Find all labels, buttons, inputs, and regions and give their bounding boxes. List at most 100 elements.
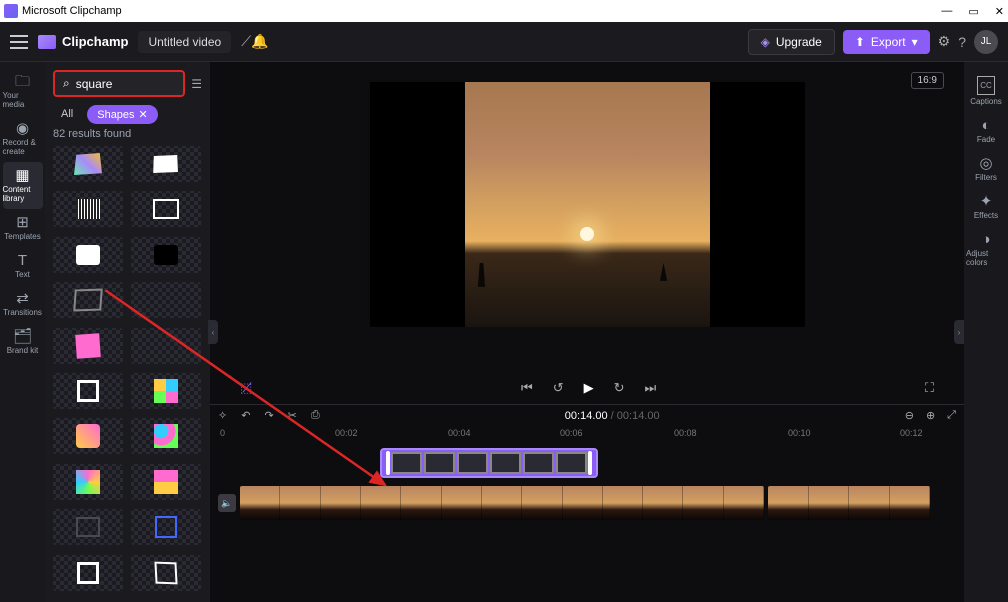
upload-icon: ⬆	[855, 35, 865, 49]
zoom-in-icon[interactable]: ⊕	[926, 409, 935, 422]
diamond-icon: ◈	[761, 35, 770, 49]
shape-thumb[interactable]	[53, 237, 123, 273]
rail-fade[interactable]: ◐Fade	[966, 112, 1006, 150]
timeline-tracks: 🔈	[210, 444, 964, 526]
rail-your-media[interactable]: 🗀Your media	[3, 68, 43, 115]
export-button[interactable]: ⬆ Export ▾	[843, 30, 930, 54]
export-label: Export	[871, 35, 906, 49]
shape-thumb[interactable]	[53, 509, 123, 545]
shape-thumb[interactable]	[53, 373, 123, 409]
shape-thumb[interactable]	[131, 464, 201, 500]
adjust-icon: ◑	[981, 232, 990, 247]
notification-icon[interactable]: ⟋🔔	[241, 33, 268, 50]
rail-adjust-colors[interactable]: ◑Adjust colors	[966, 226, 1006, 273]
transitions-icon: ⇄	[16, 291, 29, 306]
search-input[interactable]: ⌕	[53, 70, 185, 97]
templates-icon: ⊞	[16, 215, 29, 230]
fullscreen-icon[interactable]: ⛶	[925, 380, 934, 396]
settings-icon[interactable]: ⚙	[938, 33, 951, 50]
zoom-fit-icon[interactable]: ⤢	[947, 409, 956, 422]
preview-content	[465, 82, 710, 327]
timeline-ruler[interactable]: 0 00:02 00:04 00:06 00:08 00:10 00:12	[210, 426, 964, 444]
skip-end-icon[interactable]: ⏭	[645, 380, 657, 396]
rail-record[interactable]: ◉Record & create	[3, 115, 43, 162]
chip-shapes-label: Shapes	[97, 109, 134, 121]
close-window-button[interactable]: ✕	[995, 5, 1004, 18]
topbar: Clipchamp Untitled video ⟋🔔 ◈ Upgrade ⬆ …	[0, 22, 1008, 62]
rail-transitions[interactable]: ⇄Transitions	[3, 285, 43, 323]
camera-icon: ◉	[16, 121, 29, 136]
play-icon[interactable]: ▶	[584, 380, 594, 396]
shape-thumb[interactable]	[131, 373, 201, 409]
shape-thumb[interactable]	[131, 555, 201, 591]
shape-thumb[interactable]	[53, 191, 123, 227]
video-clip[interactable]	[768, 486, 930, 520]
rail-filters[interactable]: ◎Filters	[966, 150, 1006, 188]
effects-icon: ✦	[980, 194, 993, 209]
chevron-down-icon[interactable]: ⌄	[225, 370, 233, 381]
shape-clip[interactable]	[380, 448, 598, 478]
shape-thumb[interactable]	[53, 418, 123, 454]
collapse-panel-left[interactable]: ‹	[208, 320, 218, 344]
thumbnail-grid	[53, 146, 202, 594]
left-rail: 🗀Your media ◉Record & create ▦Content li…	[0, 62, 45, 602]
shape-thumb[interactable]	[131, 191, 201, 227]
rail-effects[interactable]: ✦Effects	[966, 188, 1006, 226]
shape-thumb[interactable]	[131, 509, 201, 545]
shape-thumb[interactable]	[131, 282, 201, 318]
redo-icon[interactable]: ↷	[264, 409, 273, 422]
clipchamp-logo-icon	[38, 35, 56, 49]
chip-shapes[interactable]: Shapes ✕	[87, 105, 158, 124]
rail-text[interactable]: TText	[3, 247, 43, 285]
project-title[interactable]: Untitled video	[138, 31, 231, 53]
undo-icon[interactable]: ↶	[241, 409, 250, 422]
clip-frame	[457, 452, 488, 474]
shape-thumb[interactable]	[53, 146, 123, 182]
timecode: 00:14.00 / 00:14.00	[565, 410, 660, 422]
folder-icon: 🗀	[15, 74, 30, 89]
filters-icon: ◎	[979, 156, 992, 171]
player-bar: ⬚̸ ⏮ ↺ ▶ ↻ ⏭ ⛶	[210, 372, 964, 404]
avatar[interactable]: JL	[974, 30, 998, 54]
shape-thumb[interactable]	[53, 328, 123, 364]
minimize-window-button[interactable]: —	[941, 5, 952, 18]
shape-thumb[interactable]	[53, 464, 123, 500]
rail-captions[interactable]: CCCaptions	[966, 70, 1006, 112]
upgrade-button[interactable]: ◈ Upgrade	[748, 29, 835, 55]
aspect-badge[interactable]: 16:9	[911, 72, 944, 89]
shape-thumb[interactable]	[53, 282, 123, 318]
shape-thumb[interactable]	[131, 328, 201, 364]
search-field[interactable]	[76, 77, 166, 91]
menu-button[interactable]	[10, 35, 28, 49]
video-track: 🔈	[218, 484, 956, 522]
split-icon[interactable]: ⎙	[311, 409, 320, 422]
close-icon[interactable]: ✕	[139, 108, 148, 121]
video-preview[interactable]	[370, 82, 805, 327]
brand-text: Clipchamp	[62, 34, 128, 49]
clip-handle-right[interactable]	[588, 451, 592, 475]
zoom-out-icon[interactable]: ⊖	[905, 409, 914, 422]
speaker-icon[interactable]: 🔈	[218, 494, 236, 512]
maximize-window-button[interactable]: ▭	[968, 5, 978, 18]
chevron-down-icon: ▾	[912, 35, 918, 49]
chip-all[interactable]: All	[53, 105, 81, 124]
rail-brand-kit[interactable]: 🗂Brand kit	[3, 323, 43, 361]
rail-templates[interactable]: ⊞Templates	[3, 209, 43, 247]
rewind-icon[interactable]: ↺	[553, 380, 564, 396]
autofit-icon[interactable]: ✧	[218, 409, 227, 422]
rail-content-library[interactable]: ▦Content library	[3, 162, 43, 209]
clip-handle-left[interactable]	[386, 451, 390, 475]
collapse-panel-right[interactable]: ›	[954, 320, 964, 344]
shape-thumb[interactable]	[53, 555, 123, 591]
clip-frame	[523, 452, 554, 474]
selection-icon[interactable]: ⬚̸	[240, 380, 252, 396]
help-icon[interactable]: ?	[958, 34, 966, 50]
filter-icon[interactable]: ☰	[191, 77, 202, 91]
forward-icon[interactable]: ↻	[614, 380, 625, 396]
skip-start-icon[interactable]: ⏮	[521, 380, 533, 396]
cut-icon[interactable]: ✂	[288, 409, 297, 422]
video-clip[interactable]	[240, 486, 764, 520]
shape-thumb[interactable]	[131, 146, 201, 182]
shape-thumb[interactable]	[131, 237, 201, 273]
shape-thumb[interactable]	[131, 418, 201, 454]
